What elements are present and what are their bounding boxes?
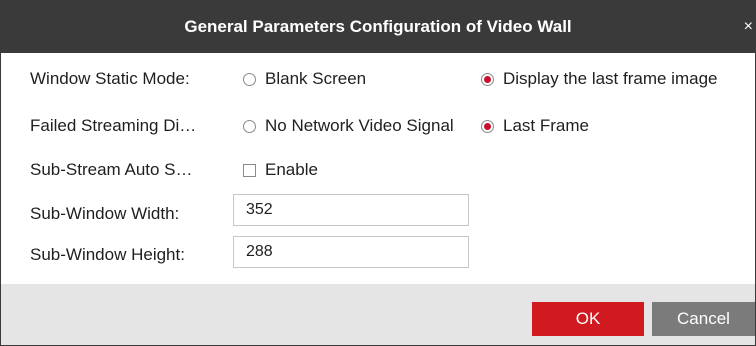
dialog-title: General Parameters Configuration of Vide… xyxy=(184,17,572,36)
window-static-mode-label: Window Static Mode: xyxy=(30,69,190,88)
checkbox-icon xyxy=(243,163,256,177)
dialog-titlebar: General Parameters Configuration of Vide… xyxy=(1,1,755,53)
radio-no-network-video-signal-label: No Network Video Signal xyxy=(265,116,454,135)
radio-last-frame[interactable]: Last Frame xyxy=(481,116,589,136)
ok-button[interactable]: OK xyxy=(532,302,644,336)
radio-blank-screen[interactable]: Blank Screen xyxy=(243,69,366,89)
radio-last-frame-label: Last Frame xyxy=(503,116,589,135)
video-wall-config-dialog: General Parameters Configuration of Vide… xyxy=(0,0,756,346)
radio-unchecked-icon xyxy=(243,119,256,133)
radio-display-last-frame-image-label: Display the last frame image xyxy=(503,69,718,88)
failed-streaming-label: Failed Streaming Di… xyxy=(30,116,197,135)
sub-window-width-label: Sub-Window Width: xyxy=(30,204,180,223)
enable-checkbox[interactable]: Enable xyxy=(243,160,318,180)
radio-display-last-frame-image[interactable]: Display the last frame image xyxy=(481,69,717,89)
enable-checkbox-label: Enable xyxy=(265,160,318,179)
sub-window-height-input[interactable] xyxy=(233,236,469,268)
radio-checked-icon xyxy=(481,72,494,86)
radio-no-network-video-signal[interactable]: No Network Video Signal xyxy=(243,116,454,136)
radio-unchecked-icon xyxy=(243,72,256,86)
sub-window-height-label: Sub-Window Height: xyxy=(30,245,185,264)
sub-window-width-input[interactable] xyxy=(233,194,469,226)
radio-blank-screen-label: Blank Screen xyxy=(265,69,367,88)
sub-stream-auto-label: Sub-Stream Auto S… xyxy=(30,160,193,179)
close-icon[interactable]: × xyxy=(744,1,753,53)
radio-checked-icon xyxy=(481,119,494,133)
cancel-button[interactable]: Cancel xyxy=(652,302,755,336)
